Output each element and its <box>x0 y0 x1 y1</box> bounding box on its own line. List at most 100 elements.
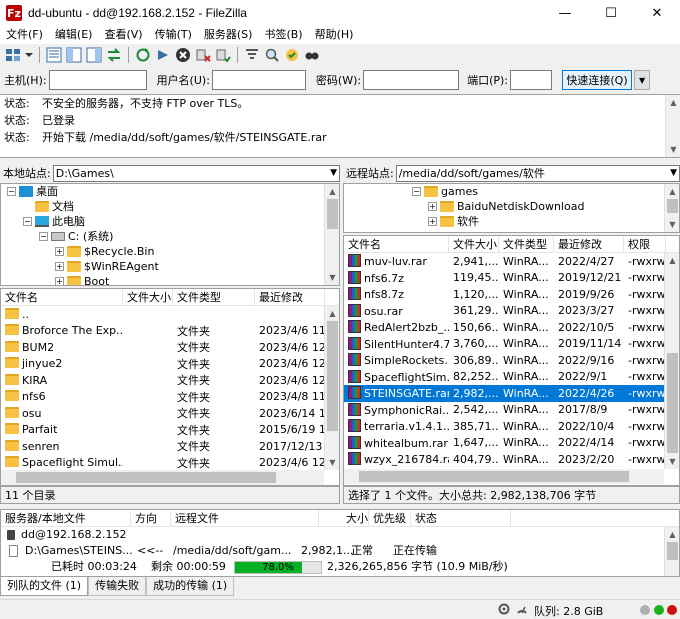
queue-file-row[interactable]: D:\Games\STEINS... <<-- /media/dd/soft/g… <box>1 543 679 559</box>
tree-node[interactable]: + Boot <box>1 274 339 285</box>
expand-icon[interactable]: + <box>55 262 64 271</box>
menu-item[interactable]: 文件(F) <box>0 26 49 44</box>
list-item[interactable]: KIRA 文件夹 2023/4/6 12: <box>1 372 339 389</box>
column-header[interactable]: 文件类型 <box>499 236 554 252</box>
queue-column-header[interactable]: 优先级 <box>369 510 411 526</box>
list-item[interactable]: nfs6.7z 119,45... WinRA... 2019/12/21 -rwxrw… <box>344 270 679 287</box>
list-item[interactable]: jinyue2 文件夹 2023/4/6 12: <box>1 356 339 373</box>
remote-list-hscrollbar[interactable] <box>344 469 664 484</box>
tree-node[interactable]: + 软件 <box>344 214 679 229</box>
queue-column-header[interactable]: 远程文件 <box>171 510 319 526</box>
search-icon[interactable] <box>303 46 321 64</box>
list-item[interactable]: SpaceflightSim... 82,252... WinRA... 2022/9… <box>344 369 679 386</box>
toggle-log-icon[interactable] <box>45 46 63 64</box>
port-input[interactable] <box>510 70 553 90</box>
reconnect-icon[interactable] <box>214 46 232 64</box>
tree-node[interactable]: + $Recycle.Bin <box>1 244 339 259</box>
scroll-thumb[interactable] <box>327 199 338 229</box>
tree-node[interactable]: − 桌面 <box>1 184 339 199</box>
chevron-down-icon[interactable]: ▼ <box>330 166 337 181</box>
collapse-icon[interactable]: − <box>7 187 16 196</box>
expand-icon[interactable]: + <box>55 247 64 256</box>
scroll-down-icon[interactable]: ▼ <box>666 142 680 157</box>
queue-column-header[interactable]: 方向 <box>131 510 171 526</box>
queue-column-header[interactable]: 服务器/本地文件 <box>1 510 131 526</box>
queue-server-row[interactable]: dd@192.168.2.152 <box>1 527 679 543</box>
tree-node[interactable]: − 此电脑 <box>1 214 339 229</box>
quickconnect-button[interactable]: 快速连接(Q) <box>562 70 633 90</box>
toggle-remote-tree-icon[interactable] <box>85 46 103 64</box>
scroll-thumb[interactable] <box>667 199 678 213</box>
scroll-up-icon[interactable]: ▲ <box>665 184 679 199</box>
list-item[interactable]: SimpleRockets... 306,89... WinRA... 2022/9/… <box>344 352 679 369</box>
scroll-thumb[interactable] <box>16 472 276 483</box>
site-manager-icon[interactable] <box>4 46 22 64</box>
local-list-scrollbar[interactable]: ▲ ▼ <box>324 306 339 470</box>
expand-icon[interactable]: + <box>428 217 437 226</box>
list-item[interactable]: osu.rar 361,29... WinRA... 2023/3/27 -rwxrw. <box>344 303 679 320</box>
tree-node[interactable]: − games <box>344 184 679 199</box>
collapse-icon[interactable]: − <box>412 187 421 196</box>
column-header[interactable]: 文件大小 <box>123 289 173 305</box>
collapse-icon[interactable]: − <box>23 217 32 226</box>
list-item[interactable]: whitealbum.rar 1,647,... WinRA... 2022/4/14… <box>344 435 679 452</box>
menu-item[interactable]: 帮助(H) <box>309 26 360 44</box>
gear-icon[interactable] <box>498 603 510 615</box>
queue-tab[interactable]: 传输失败 <box>88 577 147 596</box>
sync-browse-icon[interactable] <box>283 46 301 64</box>
disconnect-icon[interactable] <box>194 46 212 64</box>
speed-limit-icon[interactable] <box>516 603 528 615</box>
log-scrollbar[interactable]: ▲ ▼ <box>665 95 680 157</box>
collapse-icon[interactable]: − <box>39 232 48 241</box>
menu-item[interactable]: 书签(B) <box>258 26 308 44</box>
chevron-down-icon[interactable]: ▼ <box>670 166 677 181</box>
scroll-thumb[interactable] <box>359 471 629 482</box>
menu-item[interactable]: 编辑(E) <box>49 26 99 44</box>
list-item[interactable]: RedAlert2bzb_... 150,66... WinRA... 2022/10… <box>344 319 679 336</box>
queue-tab[interactable]: 成功的传输 (1) <box>146 577 235 596</box>
scroll-up-icon[interactable]: ▲ <box>325 184 339 199</box>
local-list-hscrollbar[interactable] <box>1 470 324 485</box>
scroll-thumb[interactable] <box>667 542 678 560</box>
queue-column-header[interactable]: 大小 <box>319 510 369 526</box>
column-header[interactable]: 最近修改 <box>255 289 325 305</box>
tree-node[interactable]: + BaiduNetdiskDownload <box>344 199 679 214</box>
remote-list-scrollbar[interactable]: ▲ ▼ <box>664 253 679 469</box>
refresh-icon[interactable] <box>134 46 152 64</box>
menu-item[interactable]: 服务器(S) <box>198 26 259 44</box>
remote-path-input[interactable]: /media/dd/soft/games/软件 ▼ <box>395 164 680 182</box>
column-header[interactable]: 最近修改 <box>554 236 624 252</box>
queue-column-header[interactable]: 状态 <box>411 510 511 526</box>
tree-node[interactable]: 文档 <box>1 199 339 214</box>
tree-node[interactable]: − C: (系统) <box>1 229 339 244</box>
scroll-thumb[interactable] <box>327 321 338 431</box>
scroll-up-icon[interactable]: ▲ <box>665 253 679 268</box>
list-item[interactable]: BUM2 文件夹 2023/4/6 12: <box>1 339 339 356</box>
column-header[interactable]: 文件名 <box>1 289 123 305</box>
expand-icon[interactable]: + <box>55 277 64 285</box>
queue-tab[interactable]: 列队的文件 (1) <box>0 577 89 596</box>
column-header[interactable]: 文件名 <box>344 236 449 252</box>
menu-item[interactable]: 传输(T) <box>149 26 198 44</box>
expand-icon[interactable]: + <box>428 202 437 211</box>
compare-icon[interactable] <box>263 46 281 64</box>
list-item[interactable]: Parfait 文件夹 2015/6/19 1: <box>1 422 339 439</box>
maximize-button[interactable]: ☐ <box>588 0 634 26</box>
local-path-input[interactable]: D:\Games\ ▼ <box>52 164 340 182</box>
scroll-up-icon[interactable]: ▲ <box>325 306 339 321</box>
scroll-down-icon[interactable]: ▼ <box>665 217 679 232</box>
quickconnect-history-dropdown[interactable]: ▼ <box>634 70 651 90</box>
list-item[interactable]: .. <box>1 306 339 323</box>
close-button[interactable]: ✕ <box>634 0 680 26</box>
list-item[interactable]: Spaceflight Simul... 文件夹 2023/4/6 12: <box>1 455 339 472</box>
column-header[interactable]: 文件类型 <box>173 289 255 305</box>
list-item[interactable]: senren 文件夹 2017/12/13 . <box>1 438 339 455</box>
cancel-icon[interactable] <box>174 46 192 64</box>
scroll-down-icon[interactable]: ▼ <box>665 454 679 469</box>
queue-scrollbar[interactable]: ▲ <box>664 527 679 576</box>
scroll-up-icon[interactable]: ▲ <box>665 527 680 542</box>
local-tree-scrollbar[interactable]: ▲ ▼ <box>324 184 339 285</box>
column-header[interactable]: 文件大小 <box>449 236 499 252</box>
list-item[interactable]: osu 文件夹 2023/6/14 1: <box>1 405 339 422</box>
minimize-button[interactable]: — <box>542 0 588 26</box>
